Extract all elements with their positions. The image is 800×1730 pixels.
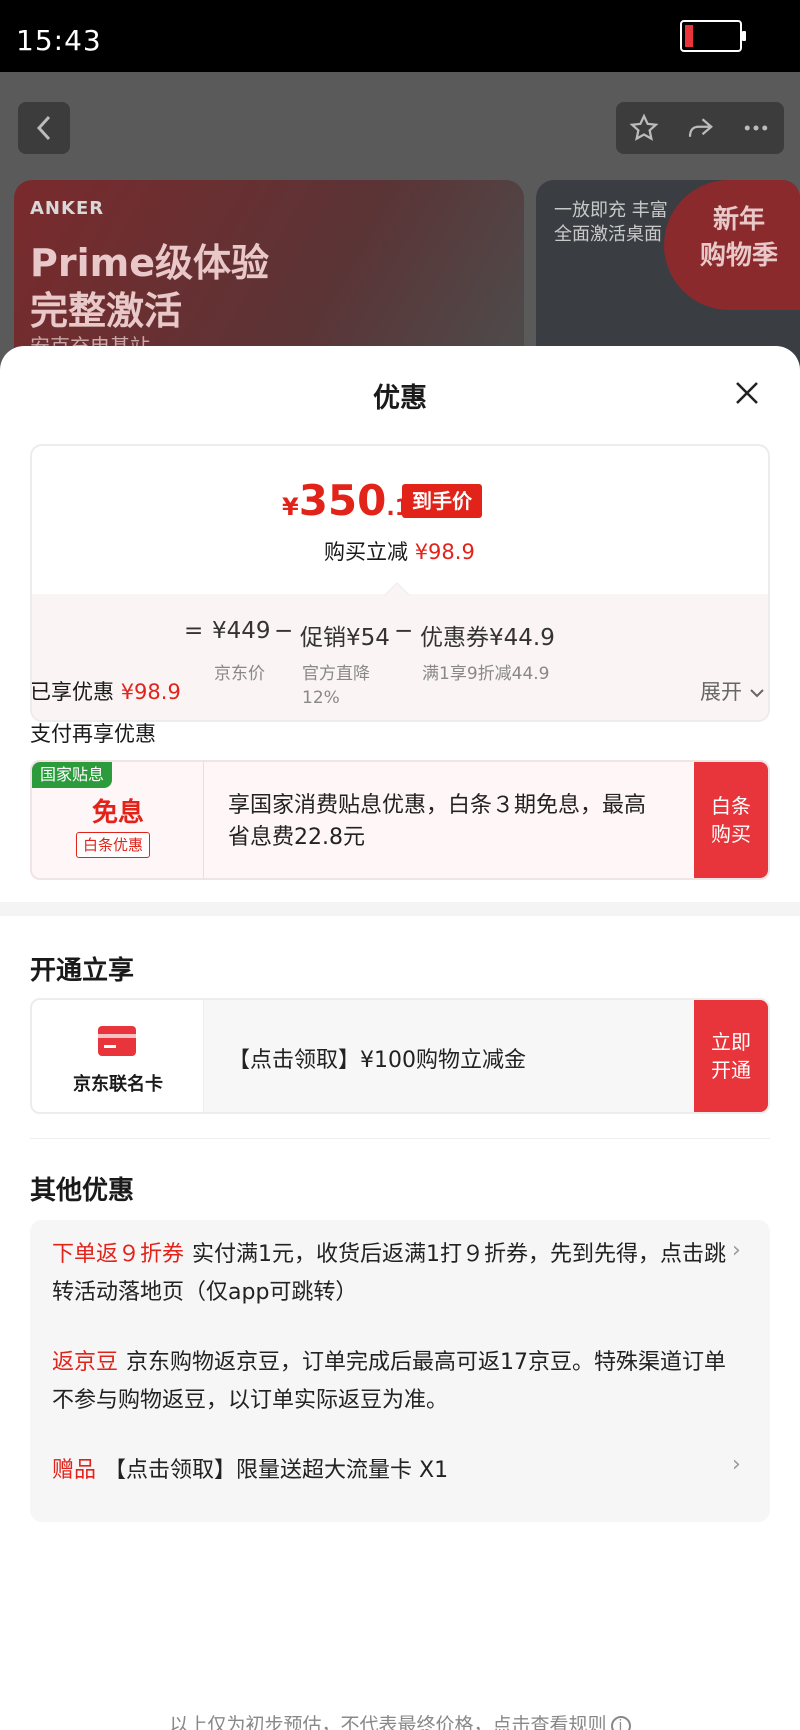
new-year-badge: 新年 购物季 — [664, 180, 800, 310]
final-price-tag: 到手价 — [402, 484, 482, 518]
other-offer-gift[interactable]: 赠品 【点击领取】限量送超大流量卡 X1 — [52, 1452, 732, 1490]
discount-sheet: 优惠 ¥350.1 到手价 购买立减 ¥98.9 = ¥449 − 促销¥54 … — [0, 346, 800, 1730]
sheet-title: 优惠 — [373, 383, 427, 414]
offer-label: 返京豆 — [52, 1350, 119, 1375]
price-integer: 350 — [298, 476, 387, 525]
offer-label: 下单返９折券 — [52, 1242, 185, 1267]
banner-headline-2: 完整激活 — [30, 289, 183, 333]
other-section-title: 其他优惠 — [30, 1176, 135, 1206]
enjoyed-amount: ¥98.9 — [120, 680, 181, 704]
banner-headline-1: Prime级体验 — [30, 241, 269, 285]
chevron-right-icon: › — [732, 1238, 741, 1263]
subsidy-left: 国家贴息 免息 白条优惠 — [32, 762, 204, 878]
reduce-amount: ¥98.9 — [414, 540, 475, 564]
banner-right[interactable]: 一放即充 丰富 全面激活桌面 新年 购物季 — [536, 180, 800, 372]
badge-line-1: 新年 — [712, 205, 765, 235]
card-left: 京东联名卡 — [32, 1000, 204, 1112]
footer-text: 以上仅为初步预估，不代表最终价格，点击查看规则 — [169, 1714, 607, 1730]
open-card-label: 立即开通 — [711, 1030, 751, 1082]
expand-button[interactable]: 展开 — [700, 676, 765, 706]
chevron-left-icon — [36, 115, 51, 141]
banner-left[interactable]: ANKER Prime级体验 完整激活 安克充电基站 — [14, 180, 524, 372]
status-bar: 15:43 — [0, 0, 800, 72]
other-offer-coupon[interactable]: 下单返９折券 实付满1元，收货后返满1打９折券，先到先得，点击跳转活动落地页（仅a… — [52, 1236, 732, 1312]
cobrand-card-offer[interactable]: 京东联名卡 【点击领取】¥100购物立减金 立即开通 — [30, 998, 770, 1114]
interest-free-title: 免息 — [91, 798, 144, 828]
subsidy-badge: 国家贴息 — [32, 762, 113, 788]
price-currency: ¥ — [282, 493, 299, 521]
equals-sign: = — [184, 618, 204, 644]
star-icon[interactable] — [629, 113, 659, 143]
footer-rules[interactable]: 以上仅为初步预估，不代表最终价格，点击查看规则 i — [0, 1710, 800, 1730]
subsidy-desc: 享国家消费贴息优惠，白条３期免息，最高省息费22.8元 — [228, 793, 647, 850]
jd-price-desc: 京东价 — [214, 664, 265, 684]
card-name: 京东联名卡 — [73, 1074, 163, 1095]
badge-line-2: 购物季 — [699, 241, 778, 271]
card-desc: 【点击领取】¥100购物立减金 — [228, 1048, 526, 1073]
banner-right-line-1: 一放即充 丰富 — [554, 200, 668, 221]
enjoyed-discount: 已享优惠 ¥98.9 — [30, 676, 181, 706]
open-card-button[interactable]: 立即开通 — [694, 1000, 768, 1112]
coupon-desc: 满1享9折减44.9 — [422, 664, 550, 684]
final-price: ¥350.1 — [282, 476, 410, 525]
other-offers-card: 下单返９折券 实付满1元，收货后返满1打９折券，先到先得，点击跳转活动落地页（仅a… — [30, 1220, 770, 1522]
chevron-down-icon — [749, 689, 764, 698]
credit-card-icon — [98, 1026, 136, 1056]
status-time: 15:43 — [16, 24, 102, 57]
banner-right-line-2: 全面激活桌面 — [554, 224, 662, 245]
subsidy-card[interactable]: 国家贴息 免息 白条优惠 享国家消费贴息优惠，白条３期免息，最高省息费22.8元… — [30, 760, 770, 880]
minus-sign: − — [274, 618, 294, 644]
section-gap — [0, 902, 800, 916]
coupon-value: 优惠券¥44.9 — [420, 625, 555, 651]
enjoyed-label: 已享优惠 — [30, 680, 114, 704]
reduce-line: 购买立减 ¥98.9 — [324, 536, 475, 566]
baitiao-buy-label: 白条购买 — [711, 794, 751, 846]
chevron-right-icon: › — [732, 1452, 741, 1477]
share-icon[interactable] — [685, 113, 715, 143]
battery-icon — [680, 20, 746, 52]
promo-desc: 官方直降12% — [302, 664, 370, 708]
other-offer-jingdou: 返京豆 京东购物返京豆，订单完成后最高可返17京豆。特殊渠道订单不参与购物返豆，以… — [52, 1344, 732, 1420]
open-section-title: 开通立享 — [30, 956, 135, 986]
back-button[interactable] — [18, 102, 70, 154]
offer-text: 京东购物返京豆，订单完成后最高可返17京豆。特殊渠道订单不参与购物返豆，以订单实… — [52, 1350, 727, 1413]
promo-value: 促销¥54 — [300, 625, 390, 651]
banner-brand: ANKER — [30, 198, 105, 219]
nav-actions — [616, 102, 784, 154]
minus-sign: − — [394, 618, 414, 644]
close-icon[interactable] — [732, 378, 762, 408]
offer-label: 赠品 — [52, 1458, 97, 1483]
offer-text: 【点击领取】限量送超大流量卡 X1 — [104, 1458, 449, 1483]
jd-price-value: ¥449 — [212, 618, 271, 644]
baitiao-buy-button[interactable]: 白条购买 — [694, 762, 768, 878]
product-page-background: ANKER Prime级体验 完整激活 安克充电基站 一放即充 丰富 全面激活桌… — [0, 72, 800, 372]
reduce-label: 购买立减 — [324, 540, 408, 564]
baitiao-tag: 白条优惠 — [76, 832, 151, 858]
divider — [30, 1138, 770, 1139]
expand-label: 展开 — [700, 680, 742, 704]
pay-hint: 支付再享优惠 — [30, 722, 156, 746]
more-icon[interactable] — [741, 113, 771, 143]
info-icon: i — [610, 1715, 631, 1730]
